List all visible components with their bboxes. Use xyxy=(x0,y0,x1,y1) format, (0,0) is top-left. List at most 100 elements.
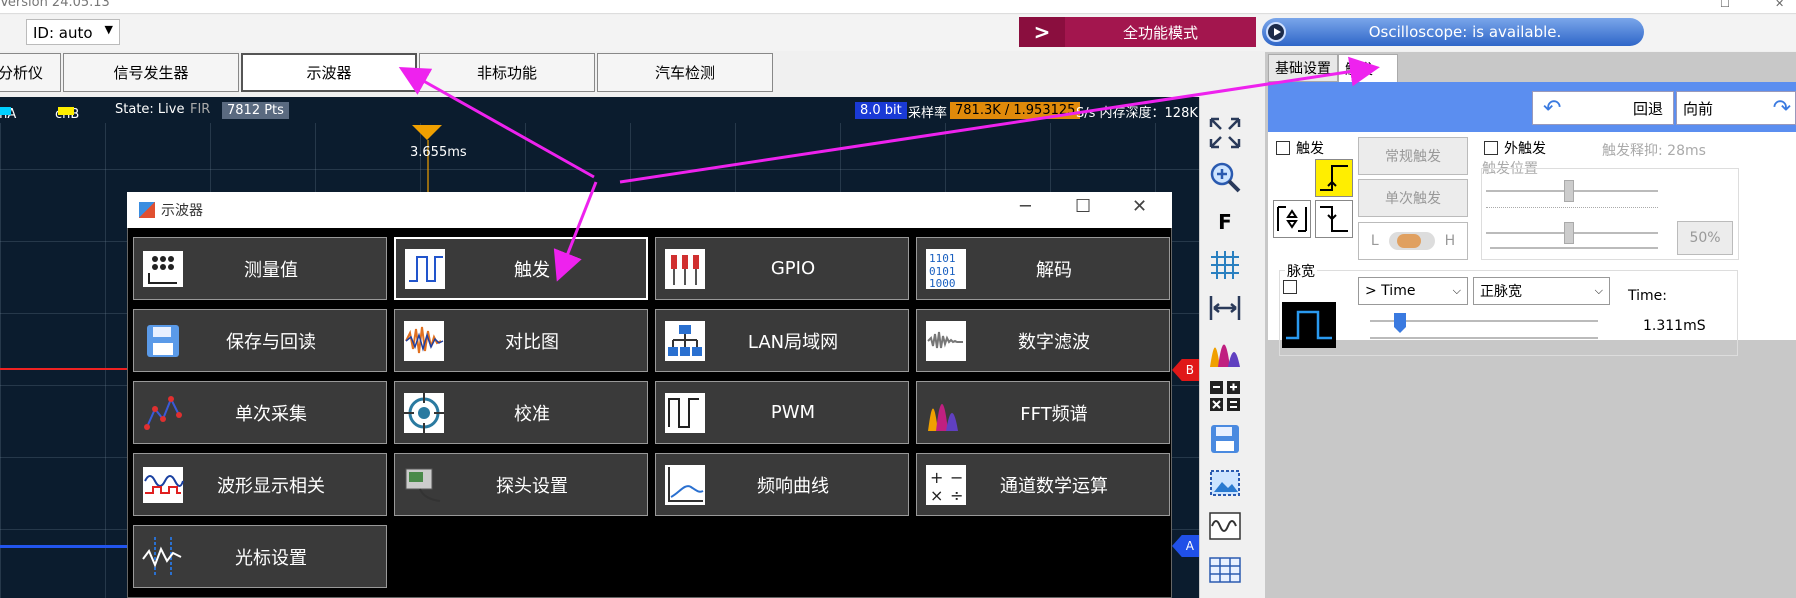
compare-icon xyxy=(401,318,447,364)
pwm-label: PWM xyxy=(770,402,816,423)
gpio-button[interactable]: GPIO xyxy=(655,237,909,300)
calibrate-button[interactable]: 校准 xyxy=(394,381,648,444)
save-readback-button[interactable]: 保存与回读 xyxy=(133,309,387,372)
measure-label: 测量值 xyxy=(244,259,298,281)
freq-response-label: 频响曲线 xyxy=(757,475,829,497)
oscilloscope-dialog: 测量值 触发 GPIO 1101 0101 1000 解码 保存与回读 对比图 LA… xyxy=(127,192,1172,598)
level-switch-knob xyxy=(1396,234,1421,248)
channel-a-swatch xyxy=(0,107,11,115)
calculator-icon[interactable] xyxy=(1206,377,1244,415)
level-slider-underline xyxy=(1490,247,1658,249)
chevron-right-icon: > xyxy=(1019,17,1065,47)
time-mode-select[interactable]: > Time ⌵ xyxy=(1358,277,1468,305)
trigger-label: 触发 xyxy=(1296,141,1324,157)
channel-math-button[interactable]: + − × ÷ 通道数学运算 xyxy=(916,453,1170,516)
app-version: Version 24.05.13 xyxy=(0,0,110,10)
pwm-button[interactable]: PWM xyxy=(655,381,909,444)
measure-button[interactable]: 测量值 xyxy=(133,237,387,300)
waveform-display-button[interactable]: 波形显示相关 xyxy=(133,453,387,516)
calibrate-icon xyxy=(401,390,447,436)
sample-rate-value: 781.3K / 1.953125 xyxy=(950,102,1081,119)
position-slider-thumb[interactable] xyxy=(1564,180,1574,202)
forward-label: 向前 xyxy=(1683,99,1714,118)
trigger-marker[interactable] xyxy=(412,125,442,140)
close-icon[interactable]: ✕ xyxy=(1132,196,1147,217)
play-icon xyxy=(1266,22,1286,42)
measure-width-icon[interactable] xyxy=(1206,289,1244,327)
percent-button[interactable]: 50% xyxy=(1677,221,1733,255)
title-bar: Version 24.05.13 ☐ ✕ xyxy=(0,0,1796,14)
save-icon-tool[interactable] xyxy=(1206,420,1244,458)
fft-button[interactable]: FFT频谱 xyxy=(916,381,1170,444)
app-icon xyxy=(139,202,155,218)
f-button[interactable]: F xyxy=(1206,203,1244,241)
probe-settings-button[interactable]: 探头设置 xyxy=(394,453,648,516)
time-label: Time: xyxy=(1628,288,1667,304)
tab-signal-generator[interactable]: 信号发生器 xyxy=(63,53,239,92)
table-icon[interactable] xyxy=(1206,551,1244,589)
maximize-icon[interactable]: ☐ xyxy=(1075,196,1091,217)
device-status-bar[interactable]: Oscilloscope: is available. xyxy=(1262,18,1644,46)
trigger-checkbox[interactable] xyxy=(1276,141,1290,155)
decode-label: 解码 xyxy=(1036,259,1072,281)
level-slider-thumb[interactable] xyxy=(1564,222,1574,244)
fft-label: FFT频谱 xyxy=(1020,403,1088,425)
digital-filter-button[interactable]: 数字滤波 xyxy=(916,309,1170,372)
single-trigger-button[interactable]: 单次触发 xyxy=(1358,179,1468,217)
spectrum-icon[interactable] xyxy=(1206,333,1244,371)
svg-text:1000: 1000 xyxy=(929,277,956,290)
restore-icon[interactable]: ☐ xyxy=(1720,0,1730,10)
cursor-icon xyxy=(140,534,186,580)
full-mode-button[interactable]: > 全功能模式 xyxy=(1019,17,1256,47)
grid-icon[interactable] xyxy=(1206,246,1244,284)
channel-a-trace xyxy=(0,545,130,548)
level-switch[interactable] xyxy=(1388,232,1435,250)
tab-analyzer[interactable]: 分析仪 xyxy=(0,53,61,92)
waveform-tool-icon[interactable] xyxy=(1206,507,1244,545)
pulse-polarity-select[interactable]: 正脉宽 ⌵ xyxy=(1473,277,1610,305)
freq-response-button[interactable]: 频响曲线 xyxy=(655,453,909,516)
svg-text:1101: 1101 xyxy=(929,252,956,265)
level-toggle[interactable]: L H xyxy=(1358,222,1468,260)
measure-icon xyxy=(140,246,186,292)
back-button[interactable]: ↶ 回退 xyxy=(1532,91,1674,125)
trigger-button[interactable]: 触发 xyxy=(394,237,648,300)
fit-screen-icon[interactable] xyxy=(1206,114,1244,152)
chevron-down-icon: ⌵ xyxy=(1594,284,1603,297)
single-capture-button[interactable]: 单次采集 xyxy=(133,381,387,444)
tab-basic-settings[interactable]: 基础设置 xyxy=(1268,54,1338,82)
pulse-width-label: 脉宽 xyxy=(1285,261,1317,281)
minimize-icon[interactable]: ─ xyxy=(1020,196,1031,217)
device-id-select[interactable]: ID: auto ▼ xyxy=(26,19,120,45)
forward-button[interactable]: 向前 ↷ xyxy=(1676,91,1796,125)
lan-button[interactable]: LAN局域网 xyxy=(655,309,909,372)
memory-depth: S/s 内存深度：128K xyxy=(1076,106,1198,121)
screenshot-icon[interactable] xyxy=(1206,464,1244,502)
tab-trigger[interactable]: 触发 xyxy=(1338,54,1398,82)
cursor-settings-button[interactable]: 光标设置 xyxy=(133,525,387,588)
fft-icon xyxy=(923,390,969,436)
calibrate-label: 校准 xyxy=(514,403,550,425)
gpio-label: GPIO xyxy=(770,258,816,279)
pulse-width-checkbox[interactable] xyxy=(1283,280,1297,294)
compare-label: 对比图 xyxy=(505,331,559,353)
falling-edge-button[interactable] xyxy=(1315,200,1353,238)
svg-text:−: − xyxy=(950,468,963,487)
zoom-in-icon[interactable] xyxy=(1206,158,1244,196)
cursor-settings-label: 光标设置 xyxy=(235,547,307,569)
channel-b-trace xyxy=(0,368,130,370)
external-trigger-checkbox[interactable] xyxy=(1484,141,1498,155)
compare-button[interactable]: 对比图 xyxy=(394,309,648,372)
external-trigger-label: 外触发 xyxy=(1504,141,1546,157)
tab-auto-detection[interactable]: 汽车检测 xyxy=(597,53,773,92)
close-window-icon[interactable]: ✕ xyxy=(1775,0,1784,10)
filter-icon xyxy=(923,318,969,364)
fir-label: FIR xyxy=(190,102,211,117)
low-label: L xyxy=(1370,233,1379,249)
both-edges-button[interactable] xyxy=(1273,200,1311,238)
decode-button[interactable]: 1101 0101 1000 解码 xyxy=(916,237,1170,300)
rising-edge-button[interactable] xyxy=(1315,159,1353,197)
tab-non-standard[interactable]: 非标功能 xyxy=(419,53,595,92)
tab-oscilloscope[interactable]: 示波器 xyxy=(241,53,417,92)
normal-trigger-button[interactable]: 常规触发 xyxy=(1358,137,1468,175)
